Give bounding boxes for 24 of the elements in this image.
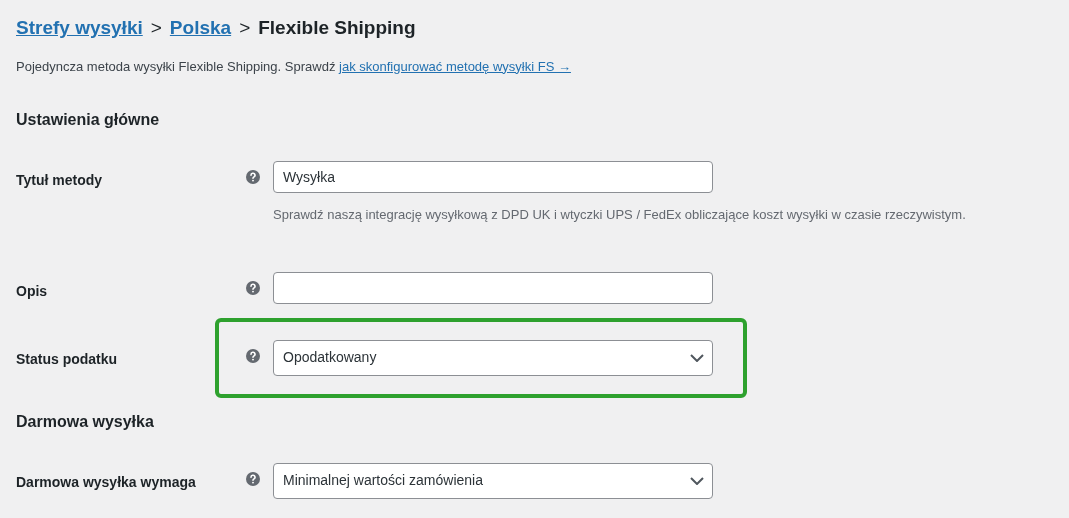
guide-link[interactable]: jak skonfigurować metodę wysyłki FS → <box>339 58 571 74</box>
help-icon <box>246 348 260 363</box>
field-label: Status podatku <box>16 349 119 369</box>
breadcrumb-separator: > <box>150 16 162 40</box>
text-field[interactable]: Wysyłka <box>273 161 713 193</box>
breadcrumb-link[interactable]: Polska <box>169 14 232 43</box>
intro-text: Pojedyncza metoda wysyłki Flexible Shipping. Sprawdź jak skonfigurować metodę wysyłki FS → <box>16 57 572 76</box>
breadcrumb-separator: > <box>239 16 251 40</box>
section-heading: Ustawienia główne <box>16 110 161 130</box>
select-field[interactable]: Minimalnej wartości zamówienia <box>273 462 713 499</box>
field-label: Opis <box>16 281 49 301</box>
breadcrumb-link[interactable]: Strefy wysyłki <box>16 14 143 43</box>
field-label: Darmowa wysyłka wymaga <box>16 472 197 492</box>
text-field[interactable] <box>273 271 713 304</box>
field-label: Tytuł metody <box>16 171 104 190</box>
section-heading: Darmowa wysyłka <box>16 411 155 432</box>
select-field[interactable]: Opodatkowany <box>273 339 713 376</box>
help-icon <box>246 170 260 184</box>
chevron-down-icon <box>690 353 704 362</box>
chevron-down-icon <box>690 476 704 485</box>
help-icon <box>246 280 260 295</box>
page-title: Flexible Shipping <box>258 16 416 40</box>
help-icon <box>246 471 260 486</box>
field-description: Sprawdź naszą integrację wysyłkową z DPD UK i wtyczki UPS / FedEx obliczające koszt wysyłki w czasie rzeczywistym. <box>273 206 966 224</box>
